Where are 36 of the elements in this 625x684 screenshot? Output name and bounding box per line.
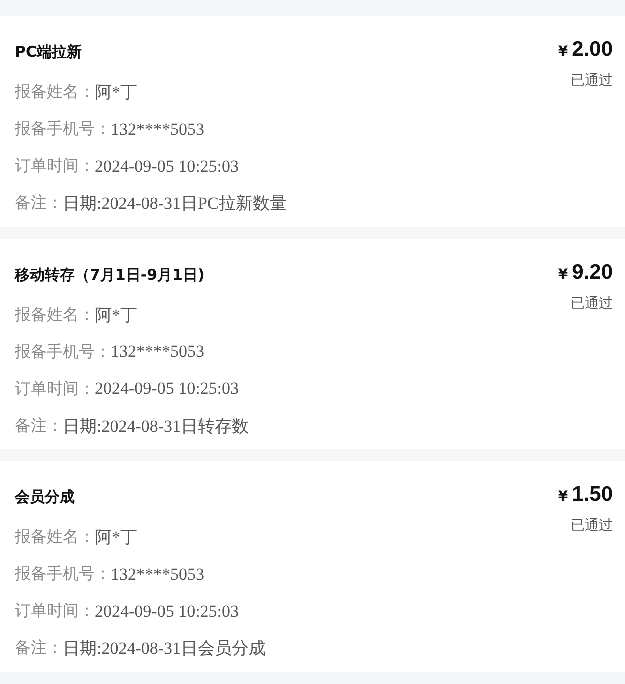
currency-symbol: ¥ [558,266,568,283]
field-value: 2024-09-05 10:25:03 [95,156,240,176]
field-value: 2024-09-05 10:25:03 [95,602,240,622]
field-label: 报备姓名： [15,527,95,548]
order-status: 已通过 [571,517,613,536]
field-value: 132****5053 [111,120,204,140]
field-label: 报备姓名： [15,304,95,326]
order-amount: 2.00 [572,38,613,62]
order-amount: 9.20 [572,260,613,285]
field-label: 订单时间： [15,156,95,177]
field-value: 132****5053 [111,564,204,585]
field-value: 阿*丁 [95,82,138,104]
field-value: 2024-09-05 10:25:03 [95,379,240,400]
field-value: 阿*丁 [95,304,138,327]
currency-symbol: ¥ [558,44,568,60]
order-status: 已通过 [571,294,613,313]
order-title: 会员分成 [15,487,76,508]
field-value: 阿*丁 [95,527,138,550]
field-label: 订单时间： [15,601,95,622]
field-value: 132****5053 [111,342,204,362]
field-label: 备注： [15,416,63,437]
field-label: 备注： [15,193,63,214]
order-title: PC端拉新 [15,42,84,63]
field-value: 日期:2024-08-31日转存数 [63,416,250,438]
field-label: 报备手机号： [15,342,111,363]
field-label: 报备姓名： [15,82,95,103]
field-value: 日期:2024-08-31日PC拉新数量 [63,193,287,215]
order-amount: 1.50 [572,483,613,508]
field-label: 备注： [15,638,63,660]
field-value: 日期:2024-08-31日会员分成 [63,638,266,660]
order-status: 已通过 [571,72,613,90]
currency-symbol: ¥ [558,489,568,506]
order-title: 移动转存（7月1日-9月1日) [15,264,206,286]
field-label: 订单时间： [15,378,95,400]
field-label: 报备手机号： [15,119,111,140]
field-label: 报备手机号： [15,564,111,586]
